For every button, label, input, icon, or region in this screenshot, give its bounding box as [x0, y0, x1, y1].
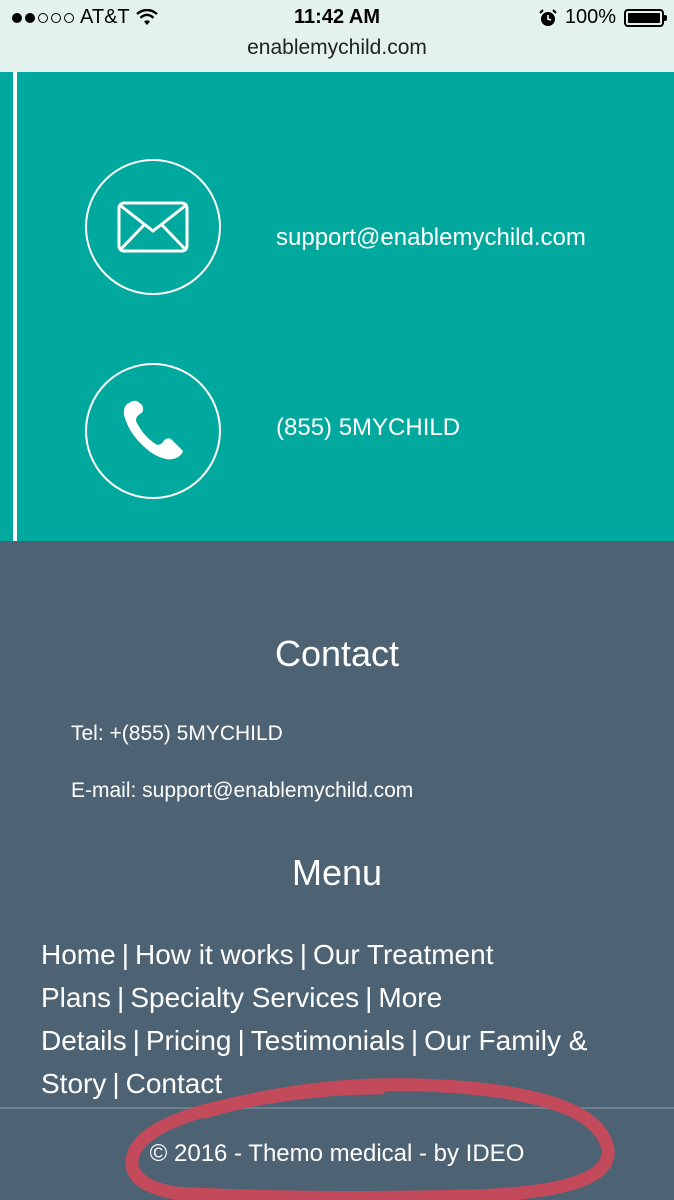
menu-link-specialty-services[interactable]: Specialty Services [130, 982, 359, 1013]
footer-menu-heading: Menu [291, 852, 383, 893]
menu-link-pricing[interactable]: Pricing [146, 1025, 232, 1056]
menu-separator: | [117, 982, 125, 1013]
menu-link-home[interactable]: Home [41, 939, 116, 970]
footer-divider [0, 1107, 674, 1109]
envelope-icon [117, 201, 189, 253]
status-right: 100% [539, 6, 667, 29]
footer-tel: Tel: +(855) 5MYCHILD [71, 722, 283, 745]
phone-icon [123, 400, 183, 460]
menu-separator: | [121, 939, 129, 970]
contact-email-link[interactable]: support@enablemychild.com [276, 224, 586, 252]
footer-menu: Home | How it works | Our Treatment Plans | Sp… [41, 933, 641, 1105]
battery-percent: 100% [564, 6, 616, 28]
menu-separator: | [410, 1025, 419, 1056]
vertical-divider [13, 72, 17, 541]
footer: Contact Tel: +(855) 5MYCHILD E-mail: sup… [0, 541, 674, 1200]
menu-separator: | [132, 1025, 140, 1056]
battery-icon [624, 8, 667, 27]
menu-separator: | [365, 982, 373, 1013]
footer-contact-heading: Contact [274, 633, 400, 674]
alarm-icon [539, 8, 557, 26]
copyright-text: © 2016 - Themo medical - by IDEO [149, 1140, 525, 1167]
menu-link-contact[interactable]: Contact [126, 1068, 223, 1099]
menu-link-how-it-works[interactable]: How it works [135, 939, 294, 970]
menu-separator: | [112, 1068, 120, 1099]
menu-separator: | [299, 939, 307, 970]
status-bar: AT&T 11:42 AM 100% enablemychild.com [0, 0, 674, 72]
contact-hero: support@enablemychild.com (855) 5MYCHILD [0, 72, 674, 541]
footer-email: E-mail: support@enablemychild.com [71, 779, 414, 802]
address-bar-url[interactable]: enablemychild.com [0, 36, 674, 60]
menu-link-testimonials[interactable]: Testimonials [251, 1025, 405, 1056]
menu-separator: | [237, 1025, 245, 1056]
phone-circle-button[interactable] [85, 363, 221, 499]
contact-phone-link[interactable]: (855) 5MYCHILD [276, 414, 460, 442]
email-circle-button[interactable] [85, 159, 221, 295]
